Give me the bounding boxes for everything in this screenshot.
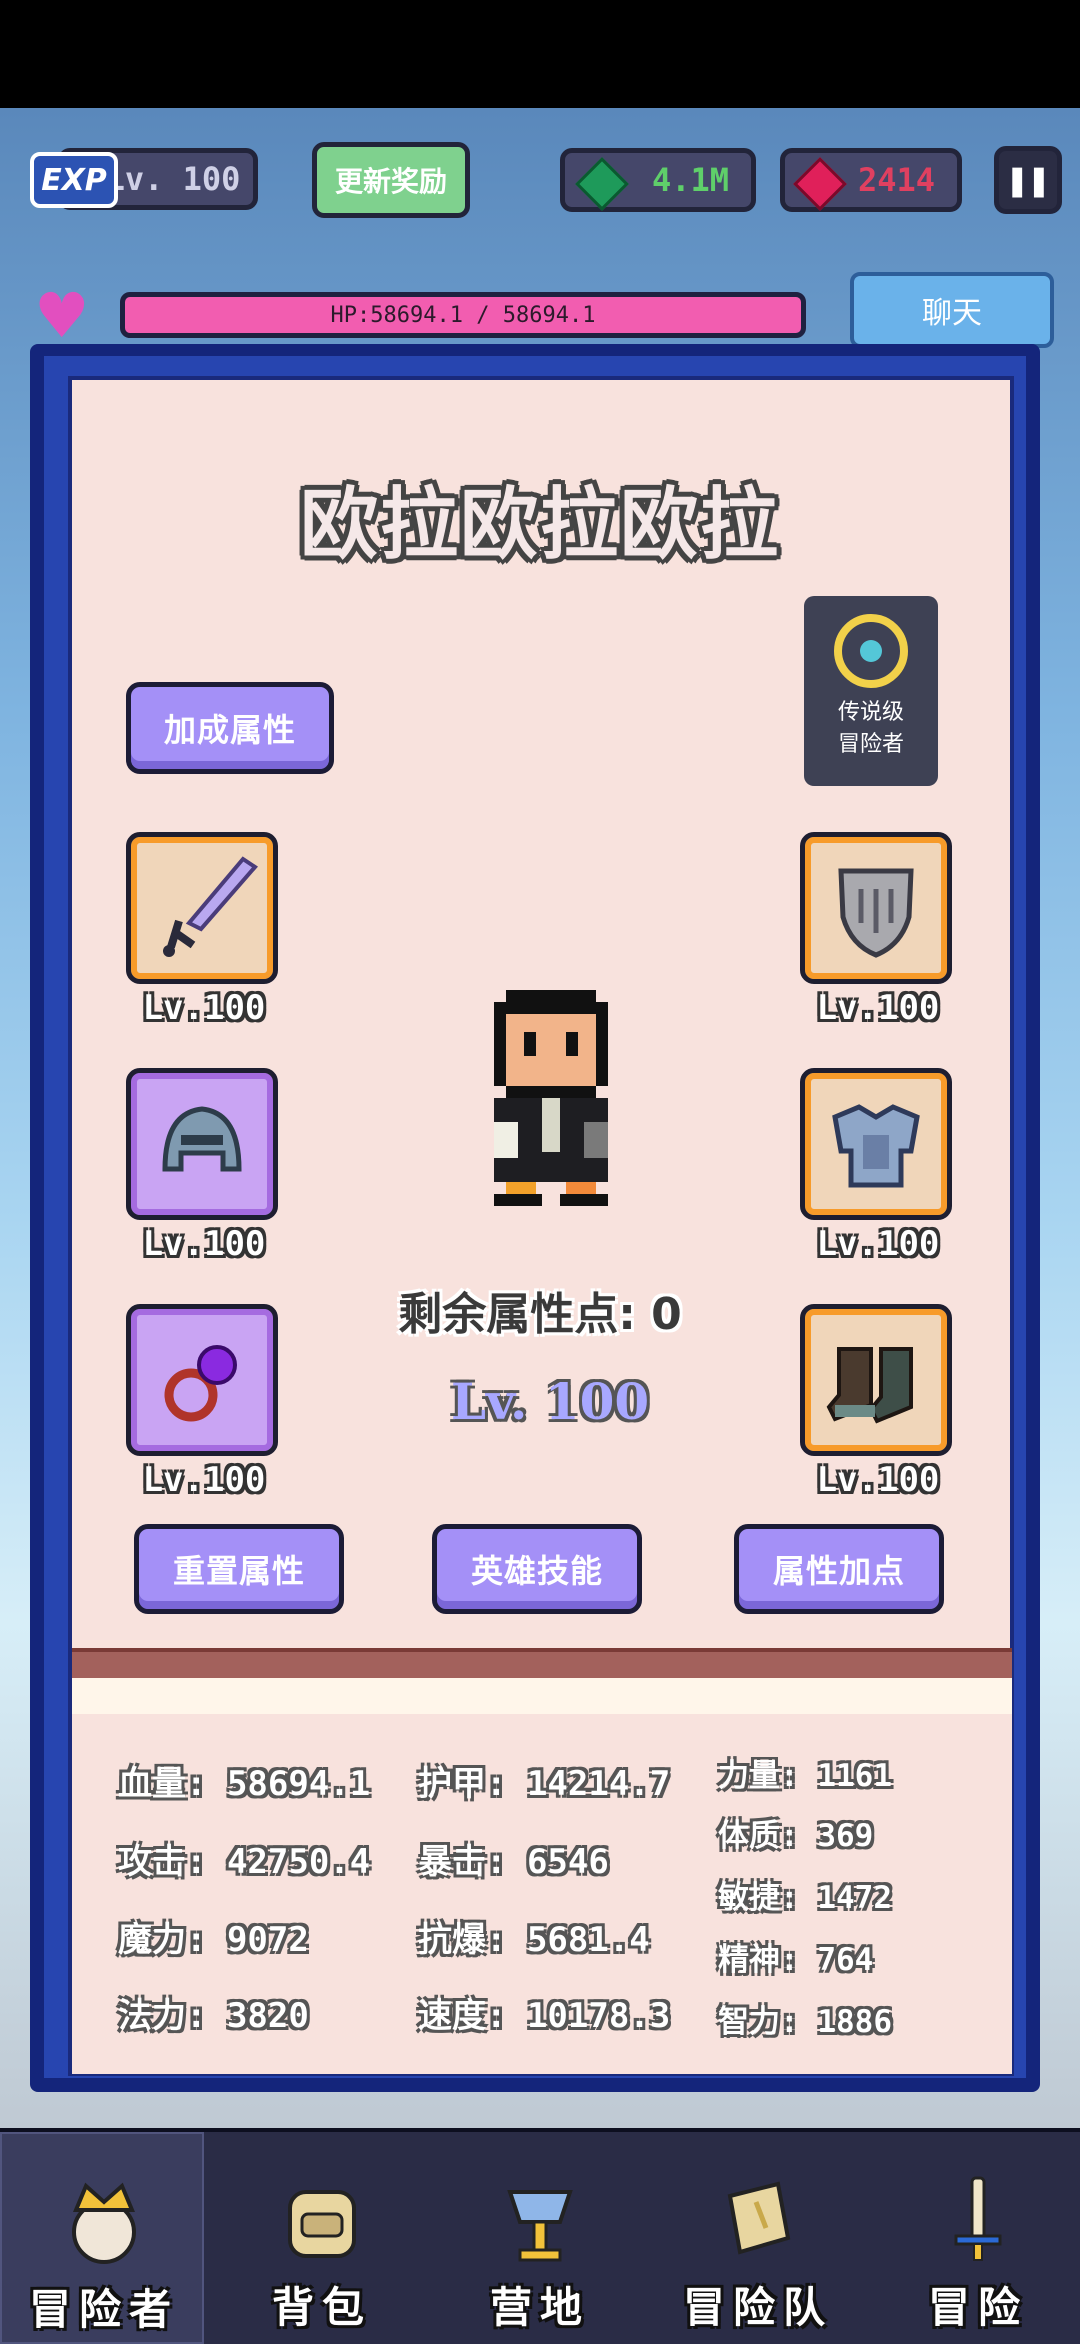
armor-icon (832, 1104, 920, 1188)
legend-emblem-icon (834, 614, 908, 688)
camp-icon (507, 2190, 573, 2262)
helmet-level: Lv.100 (142, 1224, 266, 1264)
equipment-slot-armor[interactable] (800, 1068, 952, 1220)
stat-hp: 血量: 58694.1 (118, 1764, 371, 1804)
exp-badge: EXP (30, 152, 118, 208)
legend-badge-line1: 传说级 (837, 700, 904, 725)
add-attribute-points-button[interactable]: 属性加点 (734, 1524, 944, 1614)
ring-level: Lv.100 (142, 1460, 266, 1500)
bonus-attributes-button[interactable]: 加成属性 (126, 682, 334, 774)
shield-icon (838, 868, 914, 958)
nav-adventurer-label: 冒险者 (28, 2285, 179, 2334)
nav-adventure[interactable]: 冒险 (876, 2132, 1080, 2344)
equipment-slot-weapon[interactable] (126, 832, 278, 984)
stat-spirit: 精神: 764 (718, 1942, 874, 1978)
nav-adventure-label: 冒险 (927, 2283, 1028, 2332)
pause-button[interactable]: ❚❚ (994, 146, 1062, 214)
crown-icon (72, 2182, 136, 2264)
stat-crit: 暴击: 6546 (418, 1842, 609, 1882)
reset-attributes-button[interactable]: 重置属性 (134, 1524, 344, 1614)
panel-divider (72, 1648, 1012, 1678)
legend-badge-line2: 冒险者 (837, 732, 904, 757)
gem-currency[interactable]: 4.1M (560, 148, 756, 212)
equipment-slot-helmet[interactable] (126, 1068, 278, 1220)
nav-adventurer[interactable]: 冒险者 (0, 2132, 204, 2344)
stat-armor: 护甲: 14214.7 (418, 1764, 671, 1804)
stat-strength: 力量: 1161 (718, 1758, 892, 1794)
weapon-level: Lv.100 (142, 988, 266, 1028)
backpack-icon (288, 2190, 356, 2258)
nav-team-label: 冒险队 (682, 2283, 833, 2332)
gem-count: 4.1M (651, 161, 729, 199)
update-rewards-button[interactable]: 更新奖励 (312, 142, 470, 218)
status-bar (0, 0, 1080, 108)
legendary-adventurer-badge[interactable]: 传说级 冒险者 (804, 596, 938, 786)
hero-name: 欧拉欧拉欧拉 (299, 480, 780, 570)
helmet-icon (162, 1106, 242, 1172)
ruby-currency[interactable]: 2414 (780, 148, 962, 212)
panel-divider-light (72, 1678, 1012, 1714)
boots-level: Lv.100 (816, 1460, 940, 1500)
book-icon (727, 2181, 791, 2255)
nav-backpack[interactable]: 背包 (220, 2132, 424, 2344)
stat-speed: 速度: 10178.3 (418, 1996, 671, 2036)
hero-sprite (494, 990, 608, 1206)
hp-text: HP:58694.1 / 58694.1 (330, 302, 596, 328)
nav-team[interactable]: 冒险队 (656, 2132, 860, 2344)
hero-skills-button[interactable]: 英雄技能 (432, 1524, 642, 1614)
armor-level: Lv.100 (816, 1224, 940, 1264)
pause-icon: ❚❚ (1006, 159, 1050, 201)
nav-camp[interactable]: 营地 (438, 2132, 642, 2344)
heart-icon: ♥ (34, 279, 90, 352)
nav-backpack-label: 背包 (271, 2283, 372, 2332)
stat-mana: 法力: 3820 (118, 1996, 309, 2036)
emerald-icon (575, 157, 629, 211)
bottom-navigation: 冒险者 背包 营地 冒险队 冒险 (0, 2128, 1080, 2344)
stat-intelligence: 智力: 1886 (718, 2004, 892, 2040)
remaining-attribute-points: 剩余属性点: 0 (398, 1289, 682, 1340)
shield-level: Lv.100 (816, 988, 940, 1028)
stat-constitution: 体质: 369 (718, 1818, 874, 1854)
nav-camp-label: 营地 (489, 2283, 590, 2332)
stat-magic: 魔力: 9072 (118, 1920, 309, 1960)
stat-attack: 攻击: 42750.4 (118, 1842, 371, 1882)
hp-bar: HP:58694.1 / 58694.1 (120, 292, 806, 338)
sword-icon (163, 856, 259, 957)
chat-button[interactable]: 聊天 (850, 272, 1054, 348)
ruby-icon (793, 157, 847, 211)
sword-icon (954, 2176, 1002, 2261)
ruby-count: 2414 (857, 161, 935, 199)
hero-level: Lv. 100 (450, 1372, 650, 1431)
player-level-text: Lv. 100 (105, 160, 241, 198)
stat-crit-resist: 抗爆: 5681.4 (418, 1920, 650, 1960)
stat-agility: 敏捷: 1472 (718, 1880, 892, 1916)
equipment-slot-shield[interactable] (800, 832, 952, 984)
